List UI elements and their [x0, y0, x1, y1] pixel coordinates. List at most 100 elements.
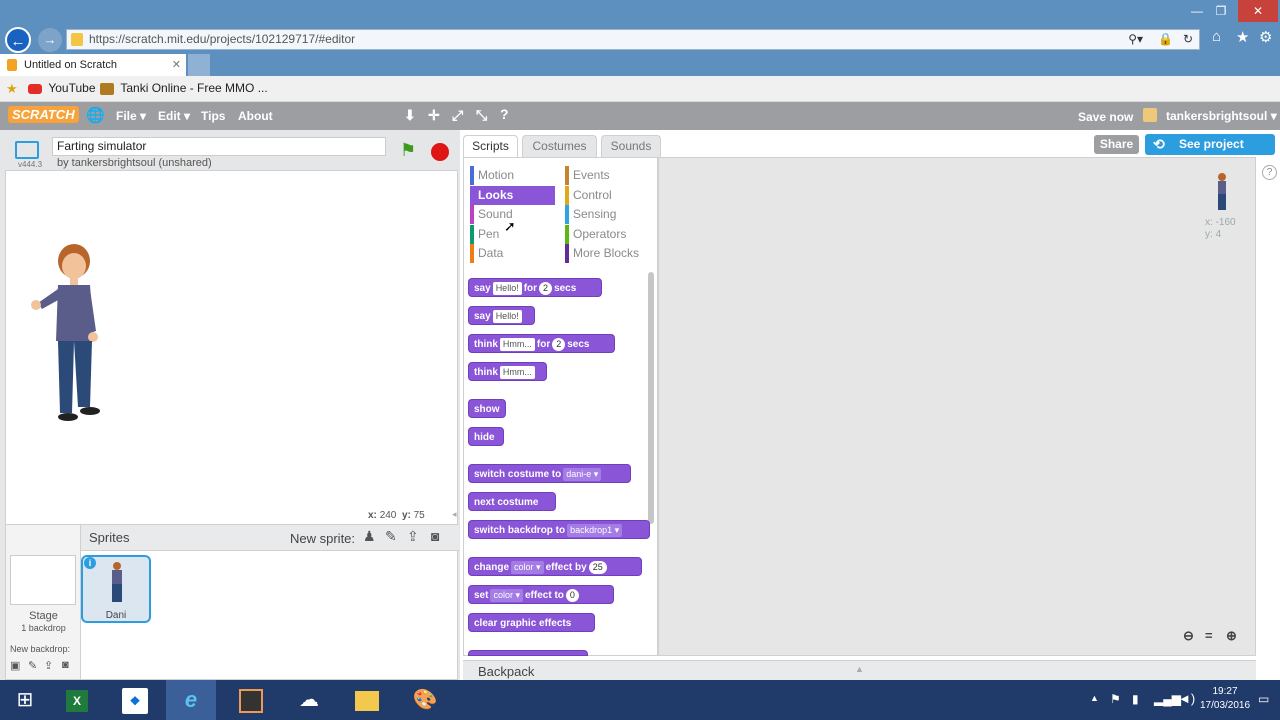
block-set-effect[interactable]: set color ▾ effect to 0 [468, 585, 614, 604]
language-globe-icon[interactable]: 🌐 [86, 106, 105, 124]
zoom-in-icon[interactable]: ⊕ [1226, 628, 1237, 644]
project-title-field[interactable]: Farting simulator [52, 137, 386, 156]
effect-dropdown[interactable]: color ▾ [490, 588, 523, 602]
sprite-tile-dani[interactable]: i Dani [81, 555, 151, 623]
collapse-arrow-icon[interactable]: ◂ [452, 509, 457, 520]
shrink-tool-icon[interactable]: ⤡ [476, 107, 487, 124]
help-tool-icon[interactable]: ? [500, 106, 509, 122]
network-tray-icon[interactable]: ▂▄▆ [1154, 692, 1181, 706]
notification-icon[interactable]: ▭ [1258, 692, 1269, 706]
back-button[interactable]: ← [5, 27, 31, 53]
close-window-icon[interactable]: ✕ [1238, 0, 1278, 22]
block-switch-costume[interactable]: switch costume to dani-e ▾ [468, 464, 631, 483]
upload-sprite-icon[interactable]: ⇪ [407, 528, 419, 545]
block-hide[interactable]: hide [468, 427, 504, 446]
clock[interactable]: 19:27 17/03/2016 [1200, 685, 1250, 713]
file-menu[interactable]: File ▾ [116, 109, 146, 123]
palette-app-icon[interactable]: 🎨 [400, 680, 450, 720]
refresh-icon[interactable]: ↻ [1183, 30, 1193, 49]
settings-gear-icon[interactable]: ⚙ [1259, 28, 1272, 46]
backpack-bar[interactable]: Backpack ▲ [463, 660, 1256, 680]
file-explorer-icon[interactable] [342, 680, 392, 720]
category-more-blocks[interactable]: More Blocks [565, 244, 650, 263]
scripts-area[interactable]: x: -160 y: 4 ⊖ = ⊕ [658, 157, 1256, 656]
costume-dropdown[interactable]: dani-e ▾ [563, 467, 602, 481]
favorites-star-icon[interactable]: ★ [1236, 28, 1249, 46]
category-motion[interactable]: Motion [470, 166, 555, 185]
tab-costumes[interactable]: Costumes [522, 135, 597, 157]
tray-up-icon[interactable]: ▲ [1090, 693, 1099, 703]
block-partial[interactable] [468, 650, 588, 656]
flag-tray-icon[interactable]: ⚑ [1110, 692, 1121, 706]
close-tab-icon[interactable]: ✕ [172, 54, 181, 76]
edit-menu[interactable]: Edit ▾ [158, 109, 190, 123]
expand-arrow-icon[interactable]: ▲ [855, 664, 864, 674]
category-control[interactable]: Control [565, 186, 650, 205]
block-change-effect[interactable]: change color ▾ effect by 25 [468, 557, 642, 576]
lock-icon[interactable]: 🔒 [1158, 30, 1173, 49]
green-flag-icon[interactable]: ⚑ [400, 140, 416, 161]
favorite-youtube[interactable]: YouTube [28, 81, 96, 95]
cut-tool-icon[interactable]: ✛ [428, 107, 440, 124]
category-events[interactable]: Events [565, 166, 650, 185]
block-think-for-secs[interactable]: think Hmm... for 2 secs [468, 334, 615, 353]
search-icon[interactable]: ⚲▾ [1128, 30, 1143, 49]
block-next-costume[interactable]: next costume [468, 492, 556, 511]
home-icon[interactable]: ⌂ [1212, 28, 1221, 45]
excel-icon[interactable]: X [52, 680, 102, 720]
upload-backdrop-icon[interactable]: ⇪ [44, 659, 53, 672]
favorite-tanki[interactable]: Tanki Online - Free MMO ... [100, 81, 268, 95]
category-sensing[interactable]: Sensing [565, 205, 650, 224]
block-say-for-secs[interactable]: say Hello! for 2 secs [468, 278, 602, 297]
see-project-page-button[interactable]: ⟲ See project page [1145, 134, 1275, 172]
dropbox-icon[interactable]: ❖ [110, 680, 160, 720]
backdrop-dropdown[interactable]: backdrop1 ▾ [567, 523, 623, 537]
info-icon[interactable]: i [84, 557, 96, 569]
block-switch-backdrop[interactable]: switch backdrop to backdrop1 ▾ [468, 520, 650, 539]
add-favorite-icon[interactable]: ★ [6, 81, 18, 97]
block-think[interactable]: think Hmm... [468, 362, 547, 381]
battery-tray-icon[interactable]: ▮ [1132, 692, 1139, 706]
volume-tray-icon[interactable]: ◄) [1178, 691, 1195, 706]
stage-thumbnail[interactable] [10, 555, 76, 605]
fullscreen-icon[interactable] [15, 141, 39, 159]
paint-app-icon[interactable] [226, 680, 276, 720]
tips-menu[interactable]: Tips [201, 109, 225, 123]
address-bar[interactable]: https://scratch.mit.edu/projects/1021297… [66, 29, 1200, 50]
minimize-icon[interactable]: — [1186, 0, 1208, 22]
about-menu[interactable]: About [238, 109, 273, 123]
sprite-library-icon[interactable]: ♟ [363, 528, 376, 545]
zoom-reset-icon[interactable]: = [1205, 628, 1213, 643]
paint-backdrop-icon[interactable]: ✎ [28, 659, 37, 672]
onedrive-icon[interactable]: ☁ [284, 680, 334, 720]
tab-sounds[interactable]: Sounds [601, 135, 661, 157]
dani-sprite[interactable] [30, 241, 120, 431]
category-data[interactable]: Data [470, 244, 555, 263]
category-operators[interactable]: Operators [565, 225, 650, 244]
save-now-button[interactable]: Save now [1078, 110, 1133, 124]
zoom-out-icon[interactable]: ⊖ [1183, 628, 1194, 644]
block-clear-graphic-effects[interactable]: clear graphic effects [468, 613, 595, 632]
stop-sign-icon[interactable] [431, 143, 449, 161]
camera-backdrop-icon[interactable]: ◙ [62, 659, 69, 671]
palette-scrollbar[interactable] [648, 272, 654, 524]
scratch-logo[interactable]: SCRATCH [8, 106, 79, 123]
category-looks[interactable]: Looks [470, 186, 555, 205]
windows-start-icon[interactable]: ⊞ [0, 680, 50, 720]
grow-tool-icon[interactable]: ⤢ [452, 107, 463, 124]
camera-sprite-icon[interactable]: ◙ [431, 528, 439, 544]
effect-dropdown[interactable]: color ▾ [511, 560, 544, 574]
internet-explorer-icon[interactable]: e [166, 680, 216, 720]
tab-scripts[interactable]: Scripts [463, 135, 518, 157]
share-button[interactable]: Share [1094, 135, 1139, 154]
new-tab-button[interactable] [188, 54, 210, 76]
duplicate-tool-icon[interactable]: ⬇ [404, 107, 416, 124]
browser-tab[interactable]: Untitled on Scratch ✕ [0, 54, 186, 76]
user-menu[interactable]: tankersbrightsoul ▾ [1166, 109, 1277, 123]
help-icon[interactable]: ? [1262, 165, 1277, 180]
paint-sprite-icon[interactable]: ✎ [385, 528, 397, 545]
block-show[interactable]: show [468, 399, 506, 418]
backdrop-library-icon[interactable]: ▣ [10, 659, 20, 672]
forward-button[interactable]: → [38, 28, 62, 52]
block-say[interactable]: say Hello! [468, 306, 535, 325]
